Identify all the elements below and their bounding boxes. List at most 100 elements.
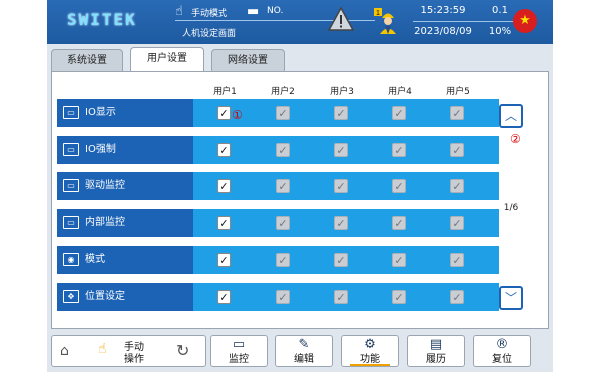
permission-row: ▭ IO显示 ✓ ✓ ✓ ✓ ✓: [57, 99, 499, 127]
permission-checkbox-user1[interactable]: ✓: [217, 106, 231, 120]
permission-checkbox-user5: ✓: [450, 253, 464, 267]
permission-row: ✥ 位置设定 ✓ ✓ ✓ ✓ ✓: [57, 283, 499, 311]
header-divider-right: [413, 21, 525, 22]
permission-checkbox-user1[interactable]: ✓: [217, 216, 231, 230]
monitor-icon: ▭: [63, 179, 79, 192]
manual-label-line2: 操作: [124, 354, 144, 365]
monitor-icon: ▭: [63, 106, 79, 119]
function-button[interactable]: ⚙ 功能: [341, 335, 399, 367]
top-header: SWITEK ☝ 手动模式 ▬ NO. 人机设定画面 1 15:23:59 20…: [47, 0, 553, 44]
warning-icon[interactable]: [328, 6, 354, 32]
history-label: 履历: [426, 354, 446, 365]
permission-name: IO强制: [85, 144, 116, 155]
permission-row-label: ▭ 内部监控: [57, 209, 193, 237]
active-indicator: [350, 364, 390, 366]
permission-checkbox-user3: ✓: [334, 290, 348, 304]
permission-checkbox-user1[interactable]: ✓: [217, 179, 231, 193]
scroll-down-button[interactable]: ﹀: [499, 286, 523, 310]
permission-checkbox-user4: ✓: [392, 290, 406, 304]
column-header-user1: 用户1: [213, 87, 237, 97]
monitor-icon: ▭: [63, 216, 79, 229]
tab-system-settings[interactable]: 系统设置: [51, 49, 123, 71]
permission-checkbox-user2: ✓: [276, 290, 290, 304]
permission-name: 内部监控: [85, 217, 125, 228]
home-manual-group: ⌂ ☝ 手动 操作 ↻: [51, 335, 206, 367]
permission-name: 模式: [85, 254, 105, 265]
permission-row: ▭ IO强制 ✓ ✓ ✓ ✓ ✓: [57, 136, 499, 164]
clock-time: 15:23:59: [420, 5, 466, 16]
permission-name: 位置设定: [85, 291, 125, 302]
switek-logo: SWITEK: [67, 10, 137, 29]
permission-checkbox-user2: ✓: [276, 179, 290, 193]
permission-checkbox-user1[interactable]: ✓: [217, 143, 231, 157]
clock-date: 2023/08/09: [414, 26, 472, 37]
permission-row-label: ▭ IO显示: [57, 99, 193, 127]
worker-icon[interactable]: 1: [374, 6, 402, 34]
permission-checkbox-user2: ✓: [276, 143, 290, 157]
manual-operation-button[interactable]: ☝ 手动 操作: [94, 338, 164, 365]
history-button[interactable]: ▤ 履历: [407, 335, 465, 367]
permission-checkbox-user4: ✓: [392, 179, 406, 193]
permission-row-label: ▭ 驱动监控: [57, 172, 193, 200]
permission-checkbox-user4: ✓: [392, 143, 406, 157]
chevron-up-icon: ︿: [504, 109, 517, 123]
annotation-marker-2: ②: [510, 132, 521, 146]
screen-name: 人机设定画面: [182, 29, 237, 39]
permission-name: IO显示: [85, 107, 116, 118]
permission-row-label: ◉ 模式: [57, 246, 193, 274]
permission-row: ◉ 模式 ✓ ✓ ✓ ✓ ✓: [57, 246, 499, 274]
refresh-icon[interactable]: ↻: [176, 341, 189, 360]
permission-row-label: ✥ 位置设定: [57, 283, 193, 311]
permission-checkbox-user3: ✓: [334, 179, 348, 193]
folder-icon: ▬: [247, 4, 260, 19]
column-header-user2: 用户2: [271, 87, 295, 97]
edit-label: 编辑: [294, 354, 314, 365]
edit-button[interactable]: ✎ 编辑: [275, 335, 333, 367]
china-flag-icon[interactable]: ★: [513, 9, 537, 33]
permission-checkbox-user3: ✓: [334, 253, 348, 267]
permission-checkbox-user2: ✓: [276, 253, 290, 267]
page-indicator: 1/6: [503, 203, 519, 213]
hand-pointer-icon: ☝: [175, 4, 183, 19]
permission-row: ▭ 驱动监控 ✓ ✓ ✓ ✓ ✓: [57, 172, 499, 200]
permission-checkbox-user3: ✓: [334, 143, 348, 157]
manual-label-line1: 手动: [124, 342, 144, 353]
function-label: 功能: [360, 354, 380, 365]
permission-row-label: ▭ IO强制: [57, 136, 193, 164]
position-icon: ✥: [63, 290, 79, 303]
permission-checkbox-user2: ✓: [276, 216, 290, 230]
chevron-down-icon: ﹀: [504, 291, 517, 305]
monitor-label: 监控: [229, 354, 249, 365]
permission-checkbox-user4: ✓: [392, 253, 406, 267]
permission-checkbox-user4: ✓: [392, 216, 406, 230]
permission-checkbox-user5: ✓: [450, 106, 464, 120]
reset-label: 复位: [492, 354, 512, 365]
home-icon[interactable]: ⌂: [60, 343, 69, 359]
column-header-user3: 用户3: [330, 87, 354, 97]
file-number: NO.: [267, 6, 284, 16]
hand-pointer-icon: ☝: [98, 341, 107, 357]
permission-checkbox-user1[interactable]: ✓: [217, 290, 231, 304]
mode-icon: ◉: [63, 253, 79, 266]
column-header-user4: 用户4: [388, 87, 412, 97]
permission-name: 驱动监控: [85, 180, 125, 191]
permission-checkbox-user2: ✓: [276, 106, 290, 120]
mode-status: 手动模式: [191, 9, 228, 19]
column-header-user5: 用户5: [446, 87, 470, 97]
annotation-marker-1: ①: [232, 108, 243, 122]
monitor-icon: ▭: [63, 143, 79, 156]
hmi-screen: SWITEK ☝ 手动模式 ▬ NO. 人机设定画面 1 15:23:59 20…: [47, 0, 553, 372]
scroll-up-button[interactable]: ︿: [499, 104, 523, 128]
monitor-button[interactable]: ▭ 监控: [210, 335, 268, 367]
permission-checkbox-user4: ✓: [392, 106, 406, 120]
svg-text:1: 1: [376, 10, 380, 17]
permission-checkbox-user3: ✓: [334, 106, 348, 120]
permission-checkbox-user5: ✓: [450, 179, 464, 193]
reset-button[interactable]: ® 复位: [473, 335, 531, 367]
permission-row: ▭ 内部监控 ✓ ✓ ✓ ✓ ✓: [57, 209, 499, 237]
tab-network-settings[interactable]: 网络设置: [211, 49, 285, 71]
permission-checkbox-user3: ✓: [334, 216, 348, 230]
permission-checkbox-user1[interactable]: ✓: [217, 253, 231, 267]
permission-checkbox-user5: ✓: [450, 216, 464, 230]
tab-user-settings[interactable]: 用户设置: [130, 47, 204, 72]
